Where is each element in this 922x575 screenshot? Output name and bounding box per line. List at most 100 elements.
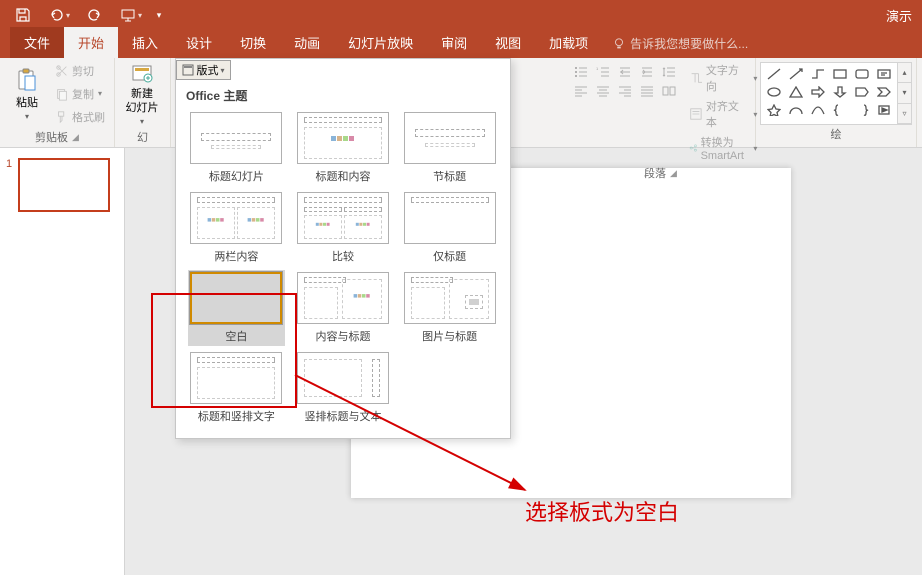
ribbon-group-slides: 新建 幻灯片 ▾ 幻 <box>115 58 171 147</box>
group-label-paragraph: 段落 <box>644 165 666 181</box>
scroll-up-icon[interactable]: ▴ <box>898 63 911 83</box>
chevron-down-icon: ▾ <box>66 11 70 20</box>
text-direction-icon <box>689 71 703 85</box>
tell-me-placeholder: 告诉我您想要做什么... <box>630 35 748 52</box>
copy-icon <box>55 87 69 101</box>
chevron-down-icon: ▾ <box>25 112 29 121</box>
shape-arc-icon[interactable] <box>786 102 806 118</box>
chevron-down-icon: ▾ <box>220 66 224 75</box>
shape-chevron-icon[interactable] <box>874 84 894 100</box>
shape-line-icon[interactable] <box>764 66 784 82</box>
align-left-button[interactable] <box>572 83 590 99</box>
line-spacing-button[interactable] <box>660 64 678 80</box>
gallery-scroll[interactable]: ▴ ▾ ▿ <box>898 62 912 125</box>
tab-design[interactable]: 设计 <box>172 27 226 58</box>
shape-arrow-icon[interactable] <box>786 66 806 82</box>
tab-insert[interactable]: 插入 <box>118 27 172 58</box>
smartart-icon <box>689 141 698 155</box>
dialog-launcher-icon[interactable]: ◢ <box>72 132 79 143</box>
shape-action-icon[interactable] <box>874 102 894 118</box>
ribbon-group-paragraph: 1 文字方向▾ <box>566 58 756 147</box>
tab-animation[interactable]: 动画 <box>280 27 334 58</box>
shape-bracket-icon[interactable] <box>852 102 872 118</box>
dialog-launcher-icon[interactable]: ◢ <box>670 168 677 179</box>
shape-brace-icon[interactable] <box>830 102 850 118</box>
tab-slideshow[interactable]: 幻灯片放映 <box>334 27 427 58</box>
tab-transition[interactable]: 切换 <box>226 27 280 58</box>
ribbon-group-clipboard: 粘贴 ▾ 剪切 复制 ▾ 格式刷 剪贴板 ◢ <box>0 58 115 147</box>
redo-icon <box>87 7 103 23</box>
chevron-down-icon: ▾ <box>98 89 102 98</box>
copy-button[interactable]: 复制 ▾ <box>52 84 108 104</box>
slide-mini-preview[interactable] <box>18 158 110 212</box>
chevron-down-icon: ▾ <box>138 11 142 20</box>
format-painter-button[interactable]: 格式刷 <box>52 107 108 127</box>
layout-option-comparison[interactable]: 比较 <box>297 192 390 264</box>
redo-button[interactable] <box>78 3 112 27</box>
slide-thumbnail-1[interactable]: 1 <box>6 158 118 212</box>
shape-rectangle-icon[interactable] <box>830 66 850 82</box>
layout-option-title-only[interactable]: 仅标题 <box>403 192 496 264</box>
gallery-expand-icon[interactable]: ▿ <box>898 104 911 124</box>
align-right-button[interactable] <box>616 83 634 99</box>
layout-option-content-caption[interactable]: 内容与标题 <box>297 272 390 344</box>
new-slide-icon <box>130 62 154 86</box>
layout-option-vertical-title-text[interactable]: 竖排标题与文本 <box>297 352 390 424</box>
layout-option-two-content[interactable]: 两栏内容 <box>190 192 283 264</box>
tab-addins[interactable]: 加载项 <box>535 27 602 58</box>
start-from-beginning-button[interactable]: ▾ <box>114 3 148 27</box>
paintbrush-icon <box>55 110 69 124</box>
layout-option-title-vertical-text[interactable]: 标题和竖排文字 <box>190 352 283 424</box>
customize-qat-button[interactable]: ▾ <box>150 3 168 27</box>
align-center-button[interactable] <box>594 83 612 99</box>
group-label-clipboard: 剪贴板 <box>35 129 68 145</box>
justify-button[interactable] <box>638 83 656 99</box>
paste-button[interactable]: 粘贴 ▾ <box>6 60 48 128</box>
layout-option-section-header[interactable]: 节标题 <box>403 112 496 184</box>
layout-option-title-content[interactable]: 标题和内容 <box>297 112 390 184</box>
numbering-button[interactable]: 1 <box>594 64 612 80</box>
undo-button[interactable]: ▾ <box>42 3 76 27</box>
tab-file[interactable]: 文件 <box>10 27 64 58</box>
tab-view[interactable]: 视图 <box>481 27 535 58</box>
tab-review[interactable]: 审阅 <box>427 27 481 58</box>
layout-theme-header: Office 主题 <box>176 81 510 108</box>
shape-star-icon[interactable] <box>764 102 784 118</box>
text-direction-button[interactable]: 文字方向▾ <box>686 60 760 96</box>
align-text-button[interactable]: 对齐文本▾ <box>686 96 760 132</box>
title-bar: ▾ ▾ ▾ 演示 <box>0 0 922 30</box>
shape-textbox-icon[interactable] <box>874 66 894 82</box>
shape-triangle-icon[interactable] <box>786 84 806 100</box>
slide-thumbnail-panel[interactable]: 1 <box>0 148 125 575</box>
chevron-down-icon: ▾ <box>140 117 144 126</box>
layout-button[interactable]: 版式 ▾ <box>176 60 231 80</box>
annotation-text: 选择板式为空白 <box>525 495 679 527</box>
shape-down-arrow-icon[interactable] <box>830 84 850 100</box>
shape-pentagon-icon[interactable] <box>852 84 872 100</box>
layout-option-blank[interactable]: 空白 <box>188 270 285 346</box>
paste-icon <box>15 68 39 92</box>
scroll-down-icon[interactable]: ▾ <box>898 83 911 103</box>
increase-indent-button[interactable] <box>638 64 656 80</box>
undo-icon <box>48 7 64 23</box>
shape-right-arrow-icon[interactable] <box>808 84 828 100</box>
layout-option-picture-caption[interactable]: 图片与标题 <box>403 272 496 344</box>
bullets-button[interactable] <box>572 64 590 80</box>
save-button[interactable] <box>6 3 40 27</box>
new-slide-button[interactable]: 新建 幻灯片 ▾ <box>121 60 163 128</box>
slide-number: 1 <box>6 158 12 212</box>
shape-curve-icon[interactable] <box>808 102 828 118</box>
ribbon-group-drawing: ▴ ▾ ▿ 绘 <box>756 58 917 147</box>
decrease-indent-button[interactable] <box>616 64 634 80</box>
cut-button[interactable]: 剪切 <box>52 61 108 81</box>
tab-home[interactable]: 开始 <box>64 27 118 58</box>
shape-rounded-rect-icon[interactable] <box>852 66 872 82</box>
shapes-gallery[interactable] <box>760 62 898 125</box>
shape-connector-icon[interactable] <box>808 66 828 82</box>
shape-oval-icon[interactable] <box>764 84 784 100</box>
columns-button[interactable] <box>660 83 678 99</box>
convert-smartart-button[interactable]: 转换为 SmartArt▾ <box>686 132 760 164</box>
layout-option-title-slide[interactable]: 标题幻灯片 <box>190 112 283 184</box>
tell-me-search[interactable]: 告诉我您想要做什么... <box>602 29 758 58</box>
ribbon-tabs: 文件 开始 插入 设计 切换 动画 幻灯片放映 审阅 视图 加载项 告诉我您想要… <box>0 30 922 58</box>
